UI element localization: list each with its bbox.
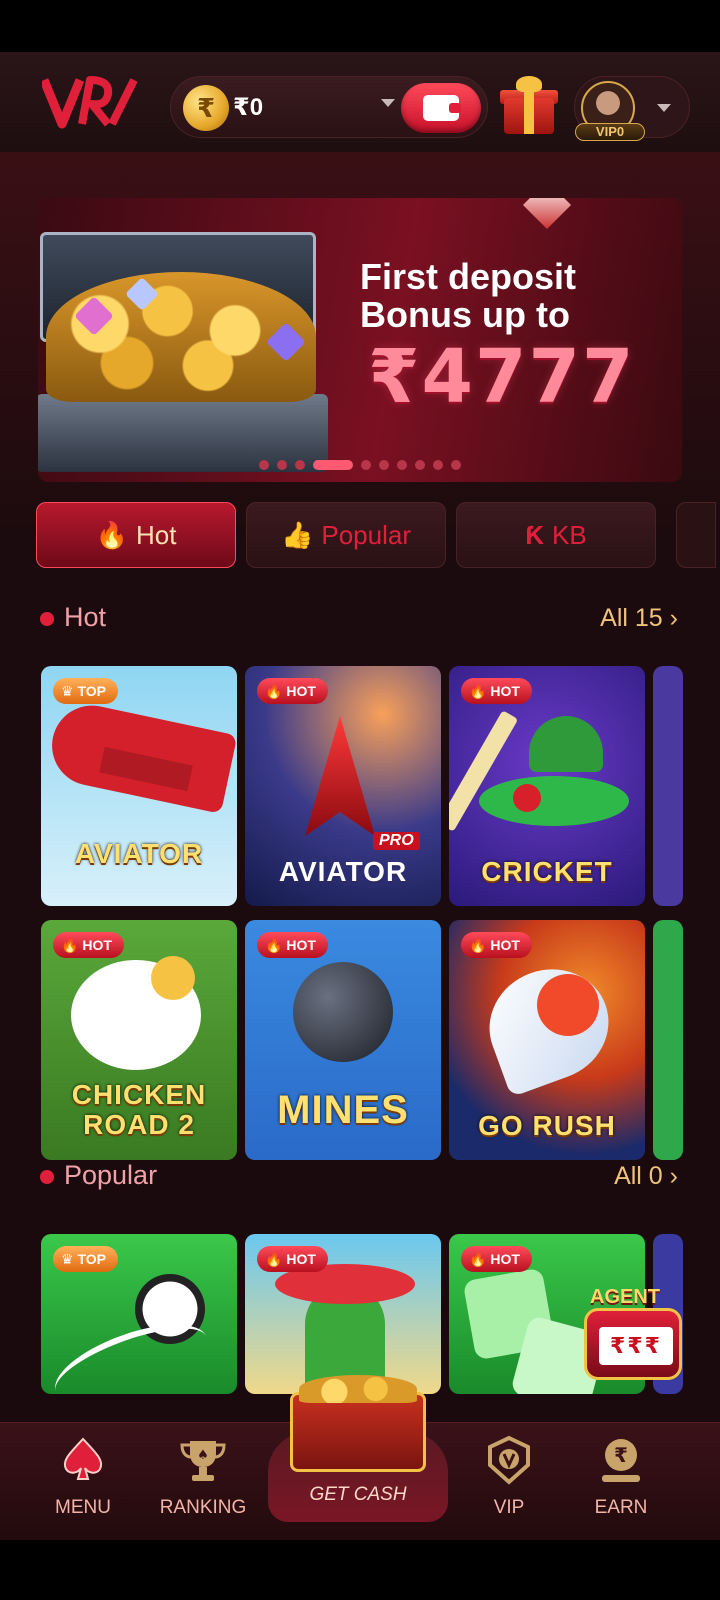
game-card-aviator-pro[interactable]: 🔥 HOT PRO AVIATOR xyxy=(245,666,441,906)
carousel-dot[interactable] xyxy=(259,459,269,470)
section-title: Popular xyxy=(64,1160,158,1190)
nav-earn[interactable]: ₹ EARN xyxy=(566,1435,676,1535)
svg-text:♠: ♠ xyxy=(197,1448,209,1463)
carousel-dot[interactable] xyxy=(295,459,305,470)
carousel-dot[interactable] xyxy=(433,459,443,470)
category-tabs: 🔥 Hot 👍 Popular Ƙ KB xyxy=(36,502,720,572)
game-card-cactus[interactable]: 🔥 HOT xyxy=(245,1234,441,1394)
game-card-chicken-road-2[interactable]: 🔥 HOT CHICKEN ROAD 2 xyxy=(41,920,237,1160)
game-title: CHICKEN ROAD 2 xyxy=(71,1079,207,1140)
profile-menu[interactable]: VIP0 xyxy=(574,76,690,141)
system-navigation-bar xyxy=(0,1540,720,1600)
get-cash-button[interactable]: GET CASH xyxy=(268,1375,448,1530)
flame-icon: 🔥 xyxy=(95,519,128,550)
balance-selector[interactable]: ₹ ₹0 xyxy=(170,76,488,138)
game-card-partial[interactable] xyxy=(653,920,683,1160)
agent-floating-button[interactable]: AGENT ₹₹₹ xyxy=(580,1286,692,1390)
carousel-indicator xyxy=(38,456,682,470)
tab-hot[interactable]: 🔥 Hot xyxy=(36,502,236,568)
pro-label: PRO xyxy=(373,832,420,850)
rupee-coin-icon: ₹ xyxy=(183,85,229,131)
brand-logo[interactable] xyxy=(39,74,138,130)
carousel-dot[interactable] xyxy=(397,459,407,470)
treasure-chest-icon xyxy=(290,1375,426,1472)
game-card-football[interactable]: ♛ TOP xyxy=(41,1234,237,1394)
carousel-dot[interactable] xyxy=(379,459,389,470)
carousel-dot[interactable] xyxy=(451,459,461,470)
pitch-image xyxy=(479,776,629,826)
nav-ranking[interactable]: ♠ RANKING xyxy=(148,1435,258,1535)
badge: 🔥 HOT xyxy=(257,1246,328,1272)
jet-image xyxy=(305,716,375,836)
nav-vip[interactable]: VIP xyxy=(454,1435,564,1535)
balance-value: ₹0 xyxy=(233,94,264,121)
bullet-icon xyxy=(37,609,57,629)
thumbs-up-icon: 👍 xyxy=(281,519,314,550)
tab-popular[interactable]: 👍 Popular xyxy=(246,502,446,568)
carousel-dot[interactable] xyxy=(361,459,371,470)
chevron-down-icon[interactable] xyxy=(381,99,395,107)
helmet-image xyxy=(529,716,603,772)
treasure-chest-image xyxy=(38,232,328,472)
nav-menu[interactable]: MENU xyxy=(28,1435,138,1535)
badge: 🔥 HOT xyxy=(461,1246,532,1272)
badge: 🔥 HOT xyxy=(461,932,532,958)
game-title: AVIATOR xyxy=(74,838,204,869)
game-title: AVIATOR xyxy=(278,856,408,887)
section-title: Hot xyxy=(64,602,107,632)
top-bar: ₹ ₹0 VIP0 xyxy=(0,52,720,152)
game-title: GO RUSH xyxy=(478,1110,616,1141)
rupee-coin-icon: ₹ xyxy=(596,1435,646,1485)
game-card-mines[interactable]: 🔥 HOT MINES xyxy=(245,920,441,1160)
badge: 🔥 HOT xyxy=(257,678,328,704)
banner-headline: First deposit Bonus up to xyxy=(360,256,577,335)
main-content: First deposit Bonus up to ₹4777 🔥 Hot 👍 … xyxy=(0,152,720,1422)
carousel-dot[interactable] xyxy=(313,459,353,470)
spade-icon xyxy=(58,1435,108,1485)
mine-image xyxy=(293,962,393,1062)
carousel-dot[interactable] xyxy=(277,459,287,470)
view-all-popular-link[interactable]: All 0 › xyxy=(614,1162,678,1191)
chevron-down-icon[interactable] xyxy=(657,104,671,112)
status-bar xyxy=(0,0,720,52)
gift-icon[interactable] xyxy=(498,76,560,138)
badge: 🔥 HOT xyxy=(257,932,328,958)
slot-machine-icon: ₹₹₹ xyxy=(584,1308,682,1380)
wallet-button[interactable] xyxy=(401,83,481,133)
ball-image xyxy=(513,784,541,812)
carousel-dot[interactable] xyxy=(415,459,425,470)
section-hot-header: Hot All 15 › xyxy=(37,600,678,640)
agent-label: AGENT xyxy=(590,1286,660,1308)
game-title: MINES xyxy=(277,1088,409,1132)
vip-level-badge: VIP0 xyxy=(575,123,645,141)
bullet-icon xyxy=(37,1167,57,1187)
svg-text:₹: ₹ xyxy=(614,1443,628,1467)
vip-shield-icon xyxy=(484,1435,534,1485)
badge: ♛ TOP xyxy=(53,1246,118,1272)
game-card-partial[interactable] xyxy=(653,666,683,906)
badge: 🔥 HOT xyxy=(53,932,124,958)
game-card-aviator[interactable]: ♛ TOP AVIATOR xyxy=(41,666,237,906)
diamond-icon xyxy=(522,198,572,230)
tab-kb[interactable]: Ƙ KB xyxy=(456,502,656,568)
trophy-icon: ♠ xyxy=(178,1435,228,1485)
banner-amount: ₹4777 xyxy=(368,334,636,420)
game-card-cricket[interactable]: 🔥 HOT CRICKET xyxy=(449,666,645,906)
kb-logo-icon: Ƙ xyxy=(525,519,545,550)
game-title: CRICKET xyxy=(481,856,613,887)
badge: ♛ TOP xyxy=(53,678,118,704)
wallet-icon xyxy=(423,95,461,121)
promo-banner[interactable]: First deposit Bonus up to ₹4777 xyxy=(38,198,682,482)
section-popular-header: Popular All 0 › xyxy=(37,1158,678,1198)
view-all-hot-link[interactable]: All 15 › xyxy=(600,604,678,633)
badge: 🔥 HOT xyxy=(461,678,532,704)
tab-more[interactable] xyxy=(676,502,716,568)
game-card-go-rush[interactable]: 🔥 HOT GO RUSH xyxy=(449,920,645,1160)
